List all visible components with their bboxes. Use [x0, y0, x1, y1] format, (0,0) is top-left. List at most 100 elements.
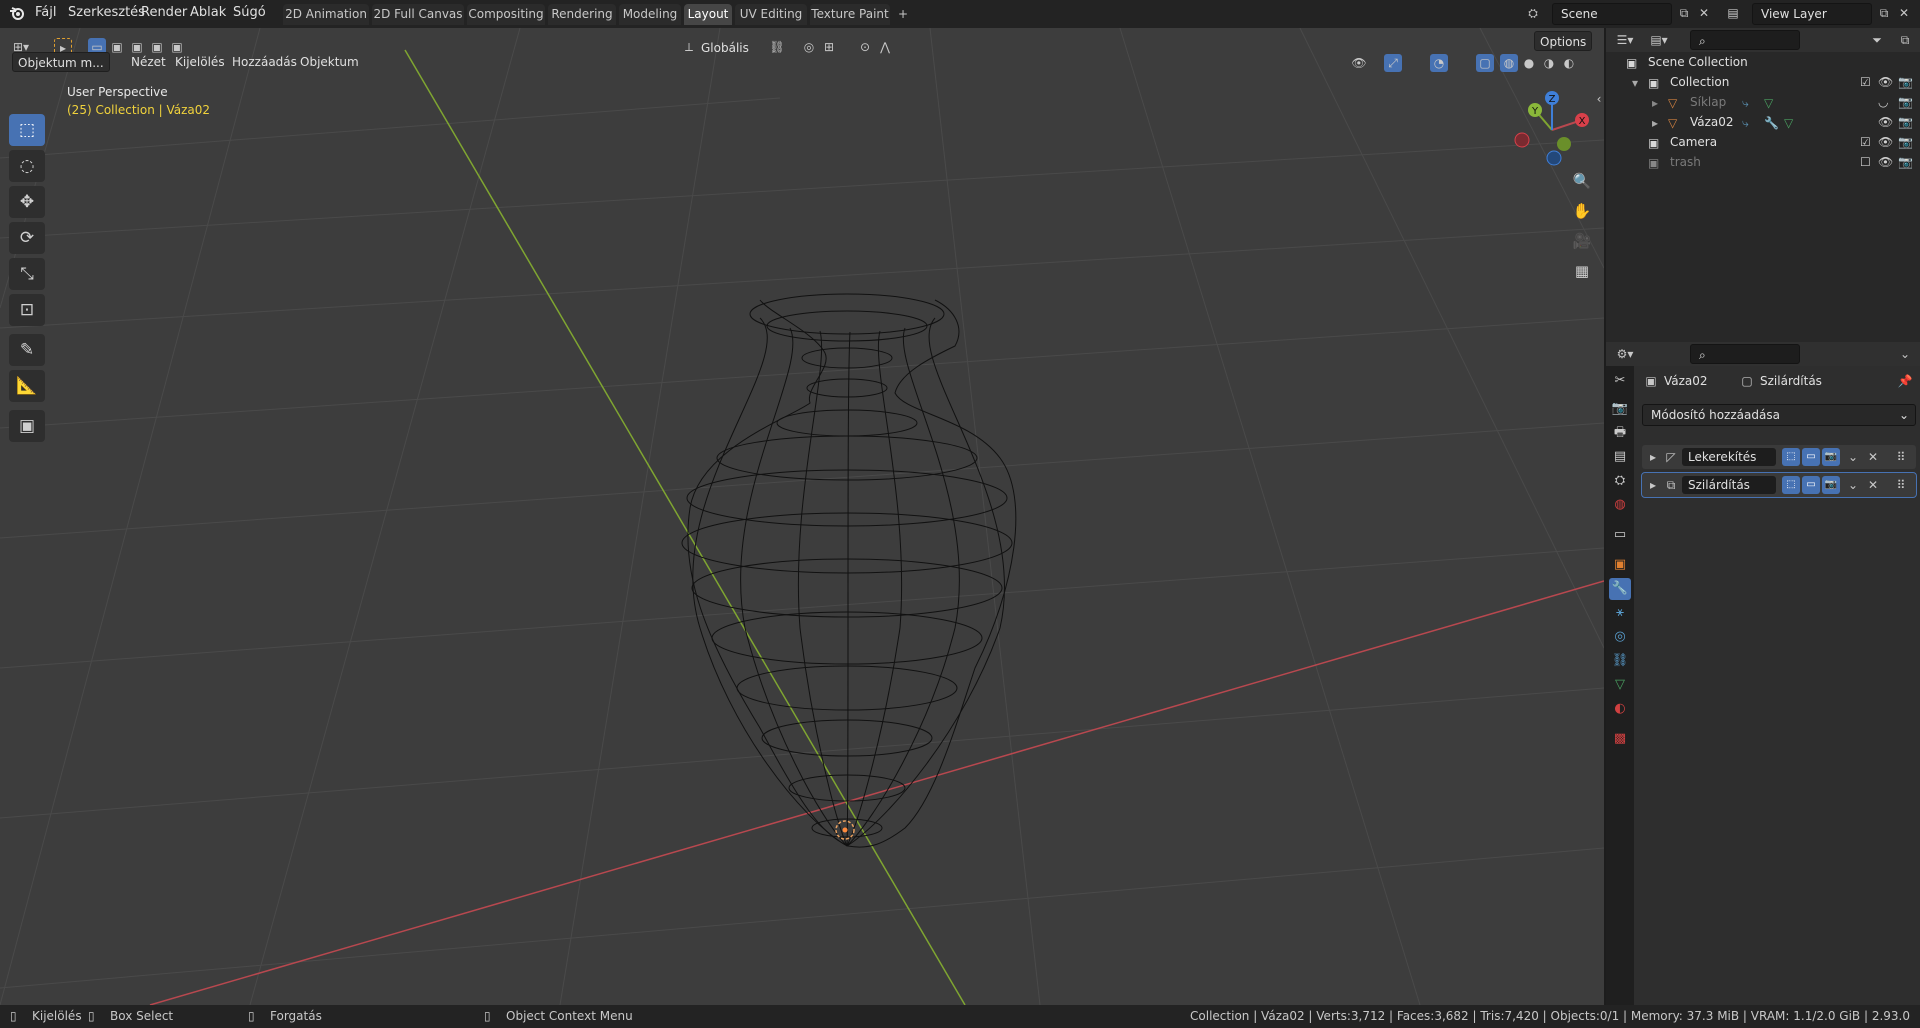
output-tab-icon[interactable]: 🖶	[1609, 422, 1631, 444]
properties-search-input[interactable]: ⌕	[1690, 344, 1800, 364]
pin-icon[interactable]: 📌	[1896, 372, 1914, 390]
tool-tab-icon[interactable]: ✂	[1609, 370, 1631, 392]
scale-tool[interactable]: ⤡	[9, 258, 45, 290]
select-box-tool[interactable]: ⬚	[9, 114, 45, 146]
filter-icon[interactable]: ⏷	[1868, 31, 1886, 49]
remove-modifier-icon[interactable]: ✕	[1864, 448, 1882, 466]
collection-tab-icon[interactable]: ▭	[1609, 524, 1631, 546]
shading-solid-icon[interactable]: ●	[1520, 54, 1538, 72]
constraints-tab-icon[interactable]: ⛓	[1609, 650, 1631, 672]
shading-material-icon[interactable]: ◑	[1540, 54, 1558, 72]
outliner-row-camera[interactable]: ▣ Camera ☑ 👁 📷	[1606, 132, 1920, 152]
annotate-tool[interactable]: ✎	[9, 334, 45, 366]
sidebar-toggle-icon[interactable]: ‹	[1590, 90, 1604, 108]
tab-2d-full-canvas[interactable]: 2D Full Canvas	[372, 4, 464, 25]
shading-rendered-icon[interactable]: ◐	[1560, 54, 1578, 72]
view-layer-icon[interactable]: ▤	[1724, 4, 1742, 22]
camera-view-icon[interactable]: 🎥	[1569, 228, 1595, 254]
render-camera-icon[interactable]: 📷	[1898, 92, 1913, 112]
outliner-search-input[interactable]: ⌕	[1690, 30, 1800, 50]
tab-modeling[interactable]: Modeling	[619, 4, 681, 25]
expand-right-icon[interactable]: ▸	[1644, 448, 1662, 466]
navigation-gizmo[interactable]: X Y Z	[1512, 90, 1592, 170]
select-mode-extend-icon[interactable]: ▣	[108, 38, 126, 56]
rotate-tool[interactable]: ⟳	[9, 222, 45, 254]
exclude-checkbox[interactable]: ☐	[1860, 152, 1871, 172]
remove-modifier-icon[interactable]: ✕	[1864, 476, 1882, 494]
cursor-tool[interactable]: ◌	[9, 150, 45, 182]
options-dropdown[interactable]: Options	[1534, 31, 1593, 51]
outliner-editor-icon[interactable]: ☰▾	[1616, 31, 1634, 49]
tab-compositing[interactable]: Compositing	[467, 4, 545, 25]
delete-scene-icon[interactable]: ✕	[1695, 4, 1713, 22]
add-modifier-dropdown[interactable]: Módosító hozzáadása ⌄	[1642, 404, 1916, 426]
menu-add[interactable]: Hozzáadás	[227, 52, 302, 72]
blender-logo-icon[interactable]	[8, 5, 26, 23]
scene-icon[interactable]: ⛭	[1524, 4, 1542, 22]
object-mode-dropdown[interactable]: Objektum m...	[12, 52, 110, 72]
menu-file[interactable]: Fájl	[35, 5, 56, 20]
render-camera-icon[interactable]: 📷	[1898, 132, 1913, 152]
render-toggle-icon[interactable]: 📷	[1822, 448, 1840, 466]
expand-right-icon[interactable]: ▸	[1652, 113, 1658, 133]
overlay-toggle-icon[interactable]: ◔	[1430, 54, 1448, 72]
transform-tool[interactable]: ⊡	[9, 294, 45, 326]
display-mode-icon[interactable]: ▤▾	[1650, 31, 1668, 49]
chevron-down-icon[interactable]: ⌄	[1844, 476, 1862, 494]
falloff-icon[interactable]: ⋀	[876, 38, 894, 56]
outliner-row-vaza02[interactable]: ▸ ▽ Váza02 ⤷ 🔧 ▽ 👁 📷	[1606, 112, 1920, 132]
expand-right-icon[interactable]: ▸	[1652, 93, 1658, 113]
object-tab-icon[interactable]: ▣	[1609, 554, 1631, 576]
scene-tab-icon[interactable]: ⛭	[1609, 470, 1631, 492]
exclude-checkbox[interactable]: ☑	[1860, 132, 1871, 152]
viewport-canvas[interactable]	[0, 28, 1604, 1005]
world-tab-icon[interactable]: ◍	[1609, 494, 1631, 516]
visibility-icon[interactable]: 👁	[1350, 54, 1368, 72]
pan-hand-icon[interactable]: ✋	[1569, 198, 1595, 224]
outliner-row-siklap[interactable]: ▸ ▽ Síklap ⤷ ▽ ◡ 📷	[1606, 92, 1920, 112]
menu-select[interactable]: Kijelölés	[170, 52, 230, 72]
pivot-icon[interactable]: ⛓	[768, 38, 786, 56]
texture-tab-icon[interactable]: ▩	[1609, 728, 1631, 750]
material-tab-icon[interactable]: ◐	[1609, 698, 1631, 720]
modifier-panel-solidify[interactable]: ▸ ⧉ Szilárdítás ⬚ ▭ 📷 ⌄ ✕ ⠿	[1641, 472, 1917, 498]
editmode-toggle-icon[interactable]: ⬚	[1782, 448, 1800, 466]
tab-uv-editing[interactable]: UV Editing	[735, 4, 807, 25]
scene-field[interactable]: Scene	[1552, 3, 1672, 25]
chevron-down-icon[interactable]: ⌄	[1844, 448, 1862, 466]
menu-view[interactable]: Nézet	[126, 52, 171, 72]
menu-render[interactable]: Render	[141, 5, 187, 20]
zoom-icon[interactable]: 🔍	[1569, 168, 1595, 194]
exclude-checkbox[interactable]: ☑	[1860, 72, 1871, 92]
add-workspace-button[interactable]: +	[893, 4, 913, 25]
hide-eye-icon[interactable]: 👁	[1878, 132, 1893, 152]
expand-down-icon[interactable]: ▾	[1632, 73, 1638, 93]
measure-tool[interactable]: 📐	[9, 370, 45, 402]
new-collection-icon[interactable]: ⧉	[1896, 31, 1914, 49]
3d-viewport[interactable]: ⊞▾ ▸ ▭ ▣ ▣ ▣ ▣ ⟂ Globális ⛓ ◎ ⊞ ⊙ ⋀ Opti…	[0, 28, 1604, 1005]
physics-tab-icon[interactable]: ◎	[1609, 626, 1631, 648]
render-tab-icon[interactable]: 📷	[1609, 398, 1631, 420]
snap-target-icon[interactable]: ⊞	[820, 38, 838, 56]
orientation-dropdown[interactable]: Globális	[696, 38, 754, 58]
editmode-toggle-icon[interactable]: ⬚	[1782, 476, 1800, 494]
proportional-edit-icon[interactable]: ⊙	[856, 38, 874, 56]
render-camera-icon[interactable]: 📷	[1898, 112, 1913, 132]
tab-layout[interactable]: Layout	[684, 4, 732, 25]
tab-2d-animation[interactable]: 2D Animation	[283, 4, 369, 25]
gizmo-toggle-icon[interactable]: ⤢	[1384, 54, 1402, 72]
modifier-name-field[interactable]: Szilárdítás	[1682, 476, 1776, 494]
render-toggle-icon[interactable]: 📷	[1822, 476, 1840, 494]
outliner-row-collection[interactable]: ▾ ▣ Collection ☑ 👁 📷	[1606, 72, 1920, 92]
move-tool[interactable]: ✥	[9, 186, 45, 218]
data-tab-icon[interactable]: ▽	[1609, 674, 1631, 696]
tab-texture-paint[interactable]: Texture Paint	[810, 4, 890, 25]
viewport-toggle-icon[interactable]: ▭	[1802, 448, 1820, 466]
menu-object[interactable]: Objektum	[295, 52, 364, 72]
render-camera-icon[interactable]: 📷	[1898, 72, 1913, 92]
xray-toggle-icon[interactable]: ▢	[1476, 54, 1494, 72]
modifier-tab-icon[interactable]: 🔧	[1609, 578, 1631, 600]
properties-editor-icon[interactable]: ⚙▾	[1616, 345, 1634, 363]
particles-tab-icon[interactable]: ⚹	[1609, 602, 1631, 624]
tab-rendering[interactable]: Rendering	[548, 4, 616, 25]
